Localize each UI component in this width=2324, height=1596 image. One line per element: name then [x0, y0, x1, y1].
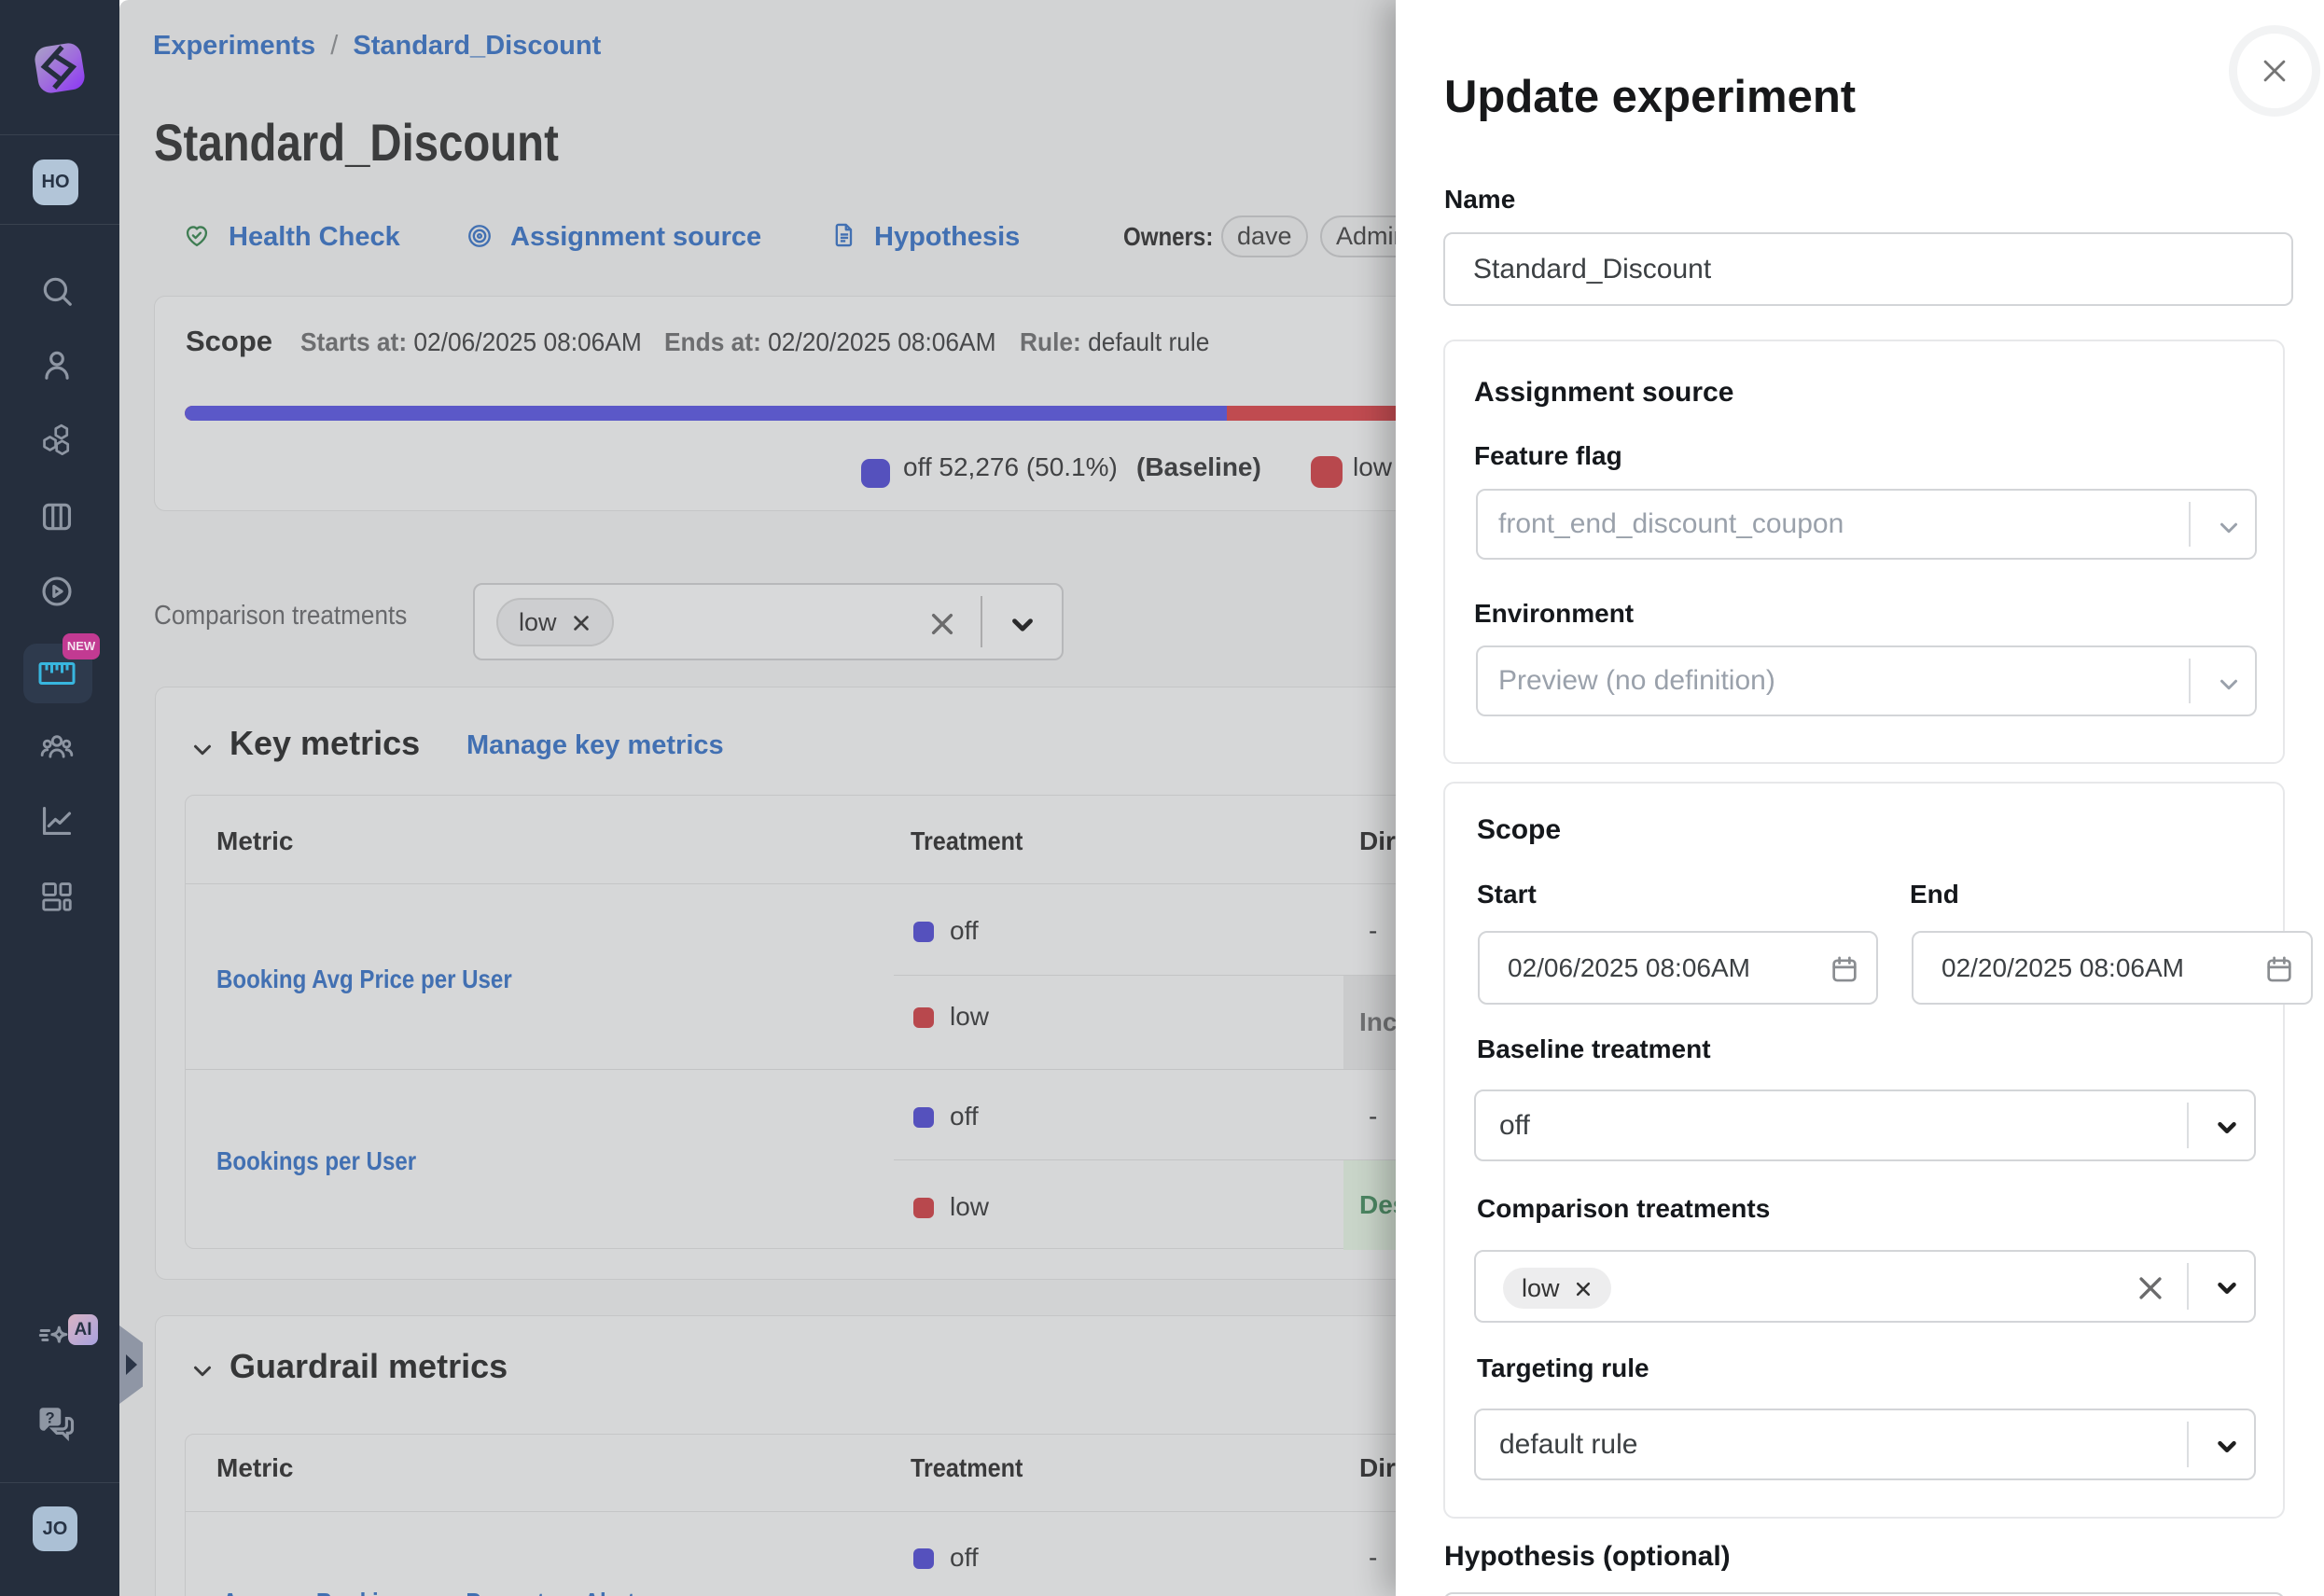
svg-text:?: ? — [45, 1409, 54, 1427]
